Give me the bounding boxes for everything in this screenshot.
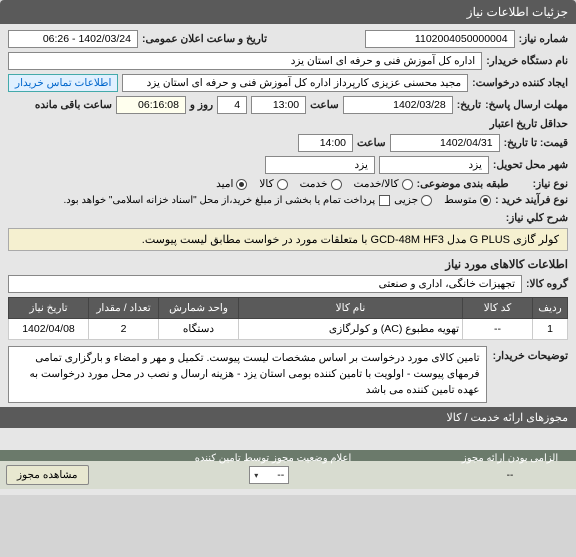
need-no-label: شماره نیاز: [519, 33, 568, 45]
view-permit-button[interactable]: مشاهده مجوز [6, 465, 89, 485]
th-name: نام کالا [239, 298, 463, 319]
desc-label: توضیحات خریدار: [493, 346, 568, 362]
buyer-field: اداره کل آموزش فنی و حرفه ای استان یزد [8, 52, 482, 70]
radio-service[interactable]: خدمت [300, 178, 342, 190]
buyer-label: نام دستگاه خریدار: [486, 55, 568, 67]
tarikh-label: تاریخ: [457, 99, 481, 111]
th-code: کد کالا [463, 298, 533, 319]
process-radios: متوسط جزیی [394, 194, 491, 206]
group-label: گروه کالا: [526, 278, 568, 290]
requester-label: ایجاد کننده درخواست: [472, 77, 568, 89]
radio-small[interactable]: جزیی [394, 194, 432, 206]
td-unit: دستگاه [159, 319, 239, 340]
footer-col1: الزامی بودن ارائه مجوز [450, 453, 570, 464]
footer-col2: اعلام وضعیت مجوز توسط تامین کننده [102, 453, 444, 464]
radio-medium[interactable]: متوسط [444, 194, 491, 206]
radio-goods[interactable]: کالا [259, 178, 287, 190]
summary-box: کولر گازی G PLUS مدل GCD-48M HF3 با متعل… [8, 228, 568, 251]
status-select[interactable]: -- [249, 466, 289, 484]
need-type-radios: کالا/خدمت خدمت کالا امید [216, 178, 412, 190]
permits-header: مجوزهای ارائه خدمت / کالا [0, 407, 576, 428]
treasury-checkbox[interactable] [379, 195, 390, 206]
td-row: 1 [533, 319, 568, 340]
process-label: نوع فرآیند خرید : [495, 194, 568, 206]
panel-content: شماره نیاز: 1102004050000004 تاریخ و ساع… [0, 24, 576, 495]
city-label: شهر محل تحویل: [493, 159, 568, 171]
summary-label: شرح کلي نياز: [506, 212, 568, 224]
need-no-field: 1102004050000004 [365, 30, 515, 48]
td-name: تهویه مطبوع (AC) و کولرگازی [239, 319, 463, 340]
city-field-1: یزد [379, 156, 489, 174]
td-qty: 2 [89, 319, 159, 340]
announce-label: تاریخ و ساعت اعلان عمومی: [142, 33, 267, 45]
th-qty: تعداد / مقدار [89, 298, 159, 319]
days-field: 4 [217, 96, 247, 114]
buyer-contact-link[interactable]: اطلاعات تماس خریدار [8, 74, 118, 92]
pay-note: پرداخت تمام یا بخشی از مبلغ خرید،از محل … [64, 195, 376, 206]
price-until-label: قیمت: تا تاریخ: [504, 137, 568, 149]
announce-field: 1402/03/24 - 06:26 [8, 30, 138, 48]
goods-section-title: اطلاعات کالاهای مورد نیاز [8, 257, 568, 271]
footer-row: -- -- مشاهده مجوز [0, 461, 576, 489]
summary-text: کولر گازی G PLUS مدل GCD-48M HF3 با متعل… [142, 234, 559, 246]
requester-field: مجید محسنی عزیزی کارپرداز اداره کل آموزش… [122, 74, 468, 92]
radio-aid[interactable]: امید [216, 178, 247, 190]
goods-table: ردیف کد کالا نام کالا واحد شمارش تعداد /… [8, 297, 568, 340]
city-field-2: یزد [265, 156, 375, 174]
th-unit: واحد شمارش [159, 298, 239, 319]
days-label: روز و [190, 99, 213, 111]
td-date: 1402/04/08 [9, 319, 89, 340]
grouping-label: طبقه بندی موضوعی: [417, 178, 509, 190]
th-date: تاریخ نیاز [9, 298, 89, 319]
deadline-date: 1402/03/28 [343, 96, 453, 114]
remain-time: 06:16:08 [116, 96, 186, 114]
saat-label-1: ساعت [310, 99, 339, 111]
radio-goods-service[interactable]: کالا/خدمت [354, 178, 413, 190]
group-field: تجهیزات خانگی، اداری و صنعتی [8, 275, 522, 293]
table-row[interactable]: 1 -- تهویه مطبوع (AC) و کولرگازی دستگاه … [9, 319, 568, 340]
credit-date: 1402/04/31 [390, 134, 500, 152]
th-row: ردیف [533, 298, 568, 319]
panel-header: جزئیات اطلاعات نیاز [0, 0, 576, 24]
remain-label: ساعت باقی مانده [35, 99, 112, 111]
deadline-time: 13:00 [251, 96, 306, 114]
need-type-label: نوع نیاز: [533, 178, 568, 190]
desc-text: تامین کالای مورد درخواست بر اساس مشخصات … [8, 346, 487, 403]
footer-val: -- [450, 470, 570, 481]
min-credit-label: حداقل تاریخ اعتبار [488, 118, 568, 130]
saat-label-2: ساعت [357, 137, 386, 149]
deadline-label: مهلت ارسال پاسخ: [485, 99, 568, 111]
panel-title: جزئیات اطلاعات نیاز [467, 5, 568, 19]
td-code: -- [463, 319, 533, 340]
credit-time: 14:00 [298, 134, 353, 152]
